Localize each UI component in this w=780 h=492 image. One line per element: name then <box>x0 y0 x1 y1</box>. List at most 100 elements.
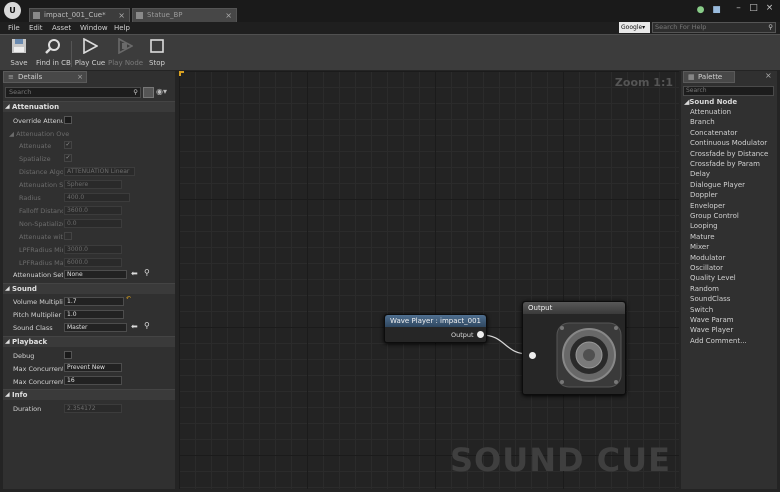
sound-class-select[interactable]: Master <box>64 323 127 332</box>
palette-tab[interactable]: ▦ Palette <box>683 71 735 83</box>
max-concurrent-count-field[interactable]: 16 <box>64 376 122 385</box>
feedback-icon[interactable]: ■ <box>711 5 722 16</box>
menu-help[interactable]: Help <box>114 22 130 34</box>
lpf-radius-min-label: LPFRadius Min <box>19 246 63 254</box>
details-tab-label: Details <box>18 73 43 81</box>
palette-item[interactable]: Crossfade by Distance <box>690 149 768 159</box>
palette-item[interactable]: Switch <box>690 305 713 315</box>
attenuation-settings-select[interactable]: None <box>64 270 127 279</box>
stop-button[interactable]: Stop <box>140 37 174 69</box>
palette-search-input[interactable]: Search <box>683 86 774 96</box>
notification-icon[interactable]: ● <box>695 5 706 16</box>
pitch-multiplier-field[interactable]: 1.0 <box>64 310 124 319</box>
output-pin-label: Output <box>451 331 474 339</box>
tab-impact-cue[interactable]: impact_001_Cue* × <box>29 8 130 22</box>
attenuation-settings-label: Attenuation Setti <box>13 271 63 279</box>
palette-item[interactable]: Add Comment... <box>690 336 747 346</box>
palette-item[interactable]: Mixer <box>690 242 709 252</box>
eye-options-icon[interactable]: ◉▾ <box>156 87 173 98</box>
palette-item[interactable]: Dialogue Player <box>690 180 745 190</box>
palette-item[interactable]: Continuous Modulator <box>690 138 767 148</box>
toolbar: Save Find in CB Play Cue Play Node Stop <box>0 34 780 70</box>
wave-player-node[interactable]: Wave Player : impact_001 Output <box>384 314 487 343</box>
details-tab[interactable]: ≡ Details × <box>3 71 87 83</box>
sound-cue-graph[interactable]: Zoom 1:1 Wave Player : impact_001 Output… <box>179 71 679 489</box>
section-playback[interactable]: ◢ Playback <box>3 336 175 347</box>
wire-layer <box>481 334 529 355</box>
menu-file[interactable]: File <box>8 22 20 34</box>
palette-category[interactable]: ◢Sound Node <box>684 98 737 106</box>
palette-item[interactable]: Looping <box>690 221 718 231</box>
palette-item[interactable]: Quality Level <box>690 273 736 283</box>
details-panel: ≡ Details × Search ⚲ ◉▾ ◢ Attenuation Ove… <box>3 71 175 489</box>
close-window-icon[interactable]: × <box>764 3 775 14</box>
search-icon[interactable]: ⚲ <box>133 88 138 97</box>
play-cue-button[interactable]: Play Cue <box>73 37 107 69</box>
palette-item[interactable]: Group Control <box>690 211 739 221</box>
details-search-input[interactable]: Search ⚲ <box>5 87 141 98</box>
browse-search-icon[interactable]: ⚲ <box>144 321 150 330</box>
non-spatialized-radius-field[interactable]: 0.0 <box>64 219 122 228</box>
palette-item[interactable]: Crossfade by Param <box>690 159 760 169</box>
find-in-cb-button[interactable]: Find in CB <box>36 37 71 69</box>
browse-search-icon[interactable]: ⚲ <box>144 268 150 277</box>
close-icon[interactable]: × <box>118 9 125 22</box>
debug-checkbox[interactable] <box>64 351 72 359</box>
menu-window[interactable]: Window <box>80 22 108 34</box>
output-node[interactable]: Output <box>522 301 626 395</box>
palette-item[interactable]: Wave Param <box>690 315 734 325</box>
search-engine-select[interactable]: Google▾ <box>619 22 650 33</box>
close-icon[interactable]: × <box>77 72 83 83</box>
attenuate-with-lpf-checkbox[interactable] <box>64 232 72 240</box>
override-attenuation-checkbox[interactable] <box>64 116 72 124</box>
palette-item[interactable]: Enveloper <box>690 201 725 211</box>
use-selected-arrow-icon[interactable]: ⬅ <box>131 269 138 278</box>
palette-search-placeholder: Search <box>686 87 707 94</box>
section-attenuation[interactable]: ◢ Attenuation <box>3 101 175 112</box>
reset-to-default-icon[interactable]: ↶ <box>126 295 131 302</box>
lpf-radius-max-field[interactable]: 6000.0 <box>64 258 122 267</box>
radius-label: Radius <box>19 194 41 202</box>
minimize-icon[interactable]: – <box>733 3 744 14</box>
play-icon <box>83 38 98 54</box>
maximize-icon[interactable]: □ <box>748 3 759 14</box>
palette-item[interactable]: Delay <box>690 169 710 179</box>
collapse-arrow-icon: ◢ <box>9 130 14 138</box>
play-node-button[interactable]: Play Node <box>108 37 143 69</box>
close-icon[interactable]: × <box>765 71 772 80</box>
help-search-input[interactable]: Search For Help ⚲ <box>652 22 776 33</box>
palette-item[interactable]: Random <box>690 284 719 294</box>
tab-statue-bp[interactable]: Statue_BP × <box>132 8 237 22</box>
max-concurrent-rule-select[interactable]: Prevent New <box>64 363 122 372</box>
attenuation-shape-select[interactable]: Sphere <box>64 180 122 189</box>
palette-item[interactable]: Concatenator <box>690 128 737 138</box>
distance-algorithm-select[interactable]: ATTENUATION Linear <box>64 167 135 176</box>
palette-item[interactable]: Oscillator <box>690 263 723 273</box>
palette-item[interactable]: Attenuation <box>690 107 731 117</box>
menu-asset[interactable]: Asset <box>52 22 71 34</box>
volume-multiplier-field[interactable]: 1.7 <box>64 297 124 306</box>
palette-item[interactable]: Mature <box>690 232 715 242</box>
section-info[interactable]: ◢ Info <box>3 389 175 400</box>
palette-item[interactable]: SoundClass <box>690 294 730 304</box>
search-icon[interactable]: ⚲ <box>768 23 773 32</box>
palette-item[interactable]: Wave Player <box>690 325 733 335</box>
input-pin[interactable] <box>529 352 536 359</box>
use-selected-arrow-icon[interactable]: ⬅ <box>131 322 138 331</box>
spatialize-checkbox[interactable]: ✓ <box>64 154 72 162</box>
section-sound[interactable]: ◢ Sound <box>3 283 175 294</box>
attenuate-checkbox[interactable]: ✓ <box>64 141 72 149</box>
grid-view-icon[interactable] <box>143 87 154 98</box>
palette-item[interactable]: Doppler <box>690 190 718 200</box>
radius-field[interactable]: 400.0 <box>64 193 130 202</box>
attenuation-overrides-group[interactable]: ◢ Attenuation Over <box>9 130 69 138</box>
palette-item[interactable]: Modulator <box>690 253 725 263</box>
palette-item[interactable]: Branch <box>690 117 715 127</box>
palette-icon: ▦ <box>688 73 695 81</box>
close-icon[interactable]: × <box>225 9 232 22</box>
menu-edit[interactable]: Edit <box>29 22 43 34</box>
falloff-distance-field[interactable]: 3600.0 <box>64 206 122 215</box>
lpf-radius-min-field[interactable]: 3000.0 <box>64 245 122 254</box>
save-button[interactable]: Save <box>2 37 36 69</box>
output-pin[interactable] <box>477 331 484 338</box>
